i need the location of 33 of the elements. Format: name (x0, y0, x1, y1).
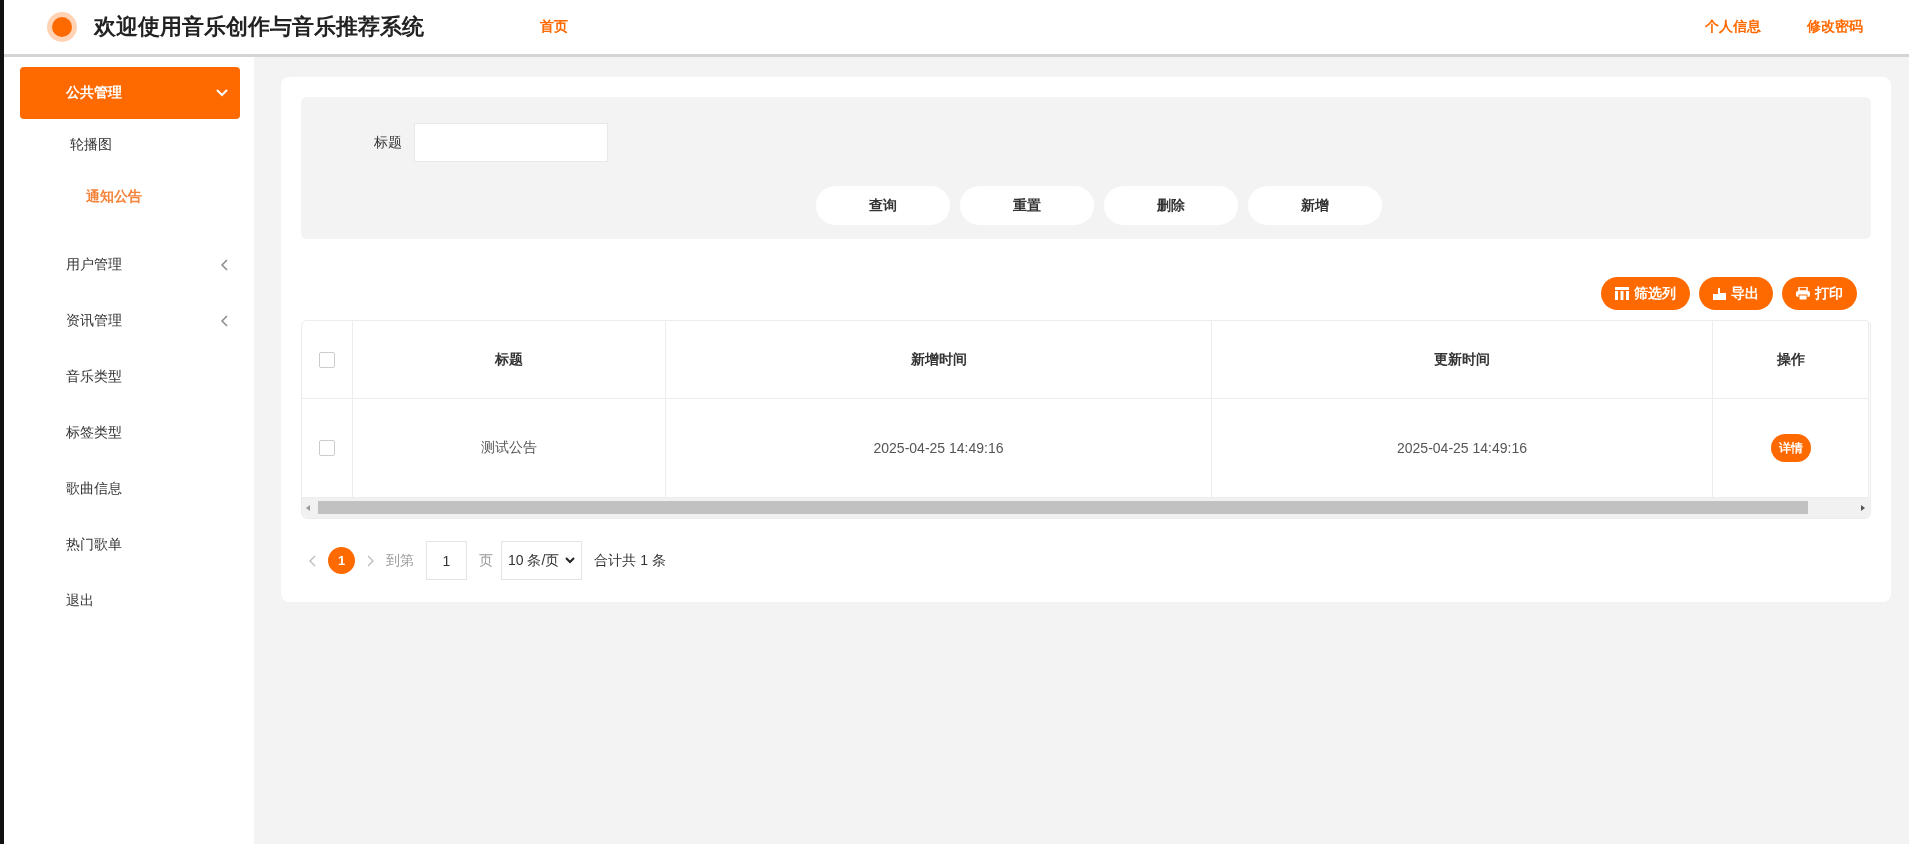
submenu-item[interactable]: 轮播图 (70, 119, 254, 171)
action-button[interactable]: 查询 (815, 186, 950, 225)
sidebar-item[interactable]: 退出 (20, 573, 240, 629)
horizontal-scrollbar[interactable] (302, 498, 1870, 518)
printer-icon (1796, 287, 1810, 300)
sidebar-item[interactable]: 标签类型 (20, 405, 240, 461)
columns-icon (1615, 287, 1629, 300)
total-count: 合计共 1 条 (594, 551, 666, 570)
field-label: 标题 (374, 133, 402, 152)
checkbox[interactable] (319, 440, 335, 456)
goto-label: 到第 (386, 551, 414, 570)
sidebar-item[interactable]: 音乐类型 (20, 349, 240, 405)
app-title: 欢迎使用音乐创作与音乐推荐系统 (94, 13, 424, 41)
page-label: 页 (479, 551, 493, 570)
sidebar-item[interactable]: 热门歌单 (20, 517, 240, 573)
logo-icon (46, 11, 78, 43)
chevron-right-icon[interactable] (367, 554, 374, 567)
sidebar-item[interactable]: 资讯管理 (20, 293, 240, 349)
page-size-select[interactable]: 10 条/页 (501, 541, 583, 580)
hand-icon (1713, 287, 1726, 300)
chevron-left-icon[interactable] (309, 554, 316, 567)
chevron-down-icon (565, 557, 576, 564)
action-button[interactable]: 重置 (959, 186, 1094, 225)
checkbox[interactable] (319, 351, 335, 368)
sidebar-item[interactable]: 歌曲信息 (20, 461, 240, 517)
column-header: 更新时间 (1212, 321, 1713, 399)
column-header: 新增时间 (666, 321, 1212, 399)
action-button[interactable]: 删除 (1103, 186, 1238, 225)
column-header: 标题 (353, 321, 666, 399)
column-header: 操作 (1713, 321, 1869, 399)
page-number-field[interactable]: 1 (426, 541, 467, 580)
sidebar-item[interactable]: 用户管理 (20, 237, 240, 293)
action-button[interactable]: 新增 (1247, 186, 1382, 225)
